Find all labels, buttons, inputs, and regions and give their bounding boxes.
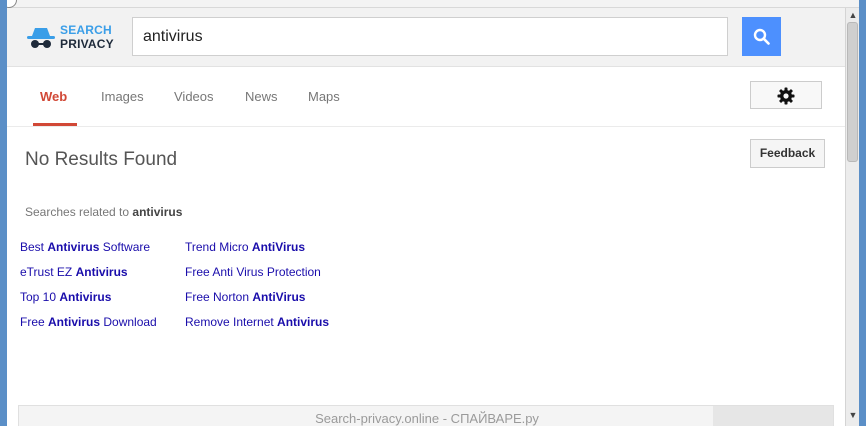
gear-icon — [777, 87, 795, 105]
related-link[interactable]: Top 10 Antivirus — [20, 290, 157, 315]
window-corner-icon — [7, 0, 17, 8]
feedback-button[interactable]: Feedback — [750, 139, 825, 168]
related-prefix: Searches related to — [25, 205, 130, 219]
tab-images[interactable]: Images — [101, 89, 144, 105]
related-link-text: Remove Internet — [185, 315, 278, 329]
arrow-down-icon[interactable]: ▼ — [846, 408, 859, 422]
related-link-bold: Antivirus — [59, 290, 112, 304]
related-link-bold: Antivirus — [277, 315, 330, 329]
related-link-text: Download — [100, 315, 157, 329]
search-button[interactable] — [742, 17, 781, 56]
related-link[interactable]: Remove Internet Antivirus — [185, 315, 329, 340]
related-link-text: Best — [20, 240, 48, 254]
tab-web[interactable]: Web — [40, 89, 67, 105]
related-link-bold: AntiVirus — [252, 290, 306, 304]
browser-window: SEARCH PRIVACY Web Images Videos News Ma… — [7, 0, 859, 426]
related-link-bold: Antivirus — [48, 315, 101, 329]
related-link-bold: Antivirus — [75, 265, 128, 279]
vertical-scrollbar[interactable]: ▲ ▼ — [845, 8, 859, 426]
related-links-right: Trend Micro AntiVirus Free Anti Virus Pr… — [185, 240, 329, 340]
magnifier-icon — [753, 28, 770, 45]
related-link-bold: Antivirus — [47, 240, 100, 254]
logo-line-2: PRIVACY — [60, 37, 114, 51]
related-link-text: Software — [99, 240, 151, 254]
related-links-left: Best Antivirus Software eTrust EZ Antivi… — [20, 240, 157, 340]
tab-videos[interactable]: Videos — [174, 89, 214, 105]
related-link-bold: AntiVirus — [251, 240, 306, 254]
tab-news[interactable]: News — [245, 89, 278, 105]
related-term: antivirus — [132, 205, 183, 219]
incognito-icon — [27, 28, 55, 48]
arrow-up-icon[interactable]: ▲ — [846, 8, 859, 22]
window-top-strip — [7, 0, 859, 8]
search-header: SEARCH PRIVACY — [7, 8, 845, 67]
tab-maps[interactable]: Maps — [308, 89, 340, 105]
settings-button[interactable] — [750, 81, 822, 109]
related-link-text: eTrust EZ — [20, 265, 76, 279]
related-link-text: Top 10 — [20, 290, 60, 304]
scrollbar-thumb[interactable] — [847, 22, 858, 162]
related-searches-heading: Searches related to antivirus — [25, 205, 182, 219]
related-link[interactable]: Best Antivirus Software — [20, 240, 157, 265]
related-link-text: Free — [20, 315, 49, 329]
related-link[interactable]: Free Anti Virus Protection — [185, 265, 329, 290]
active-tab-indicator — [33, 123, 77, 126]
related-link[interactable]: Free Antivirus Download — [20, 315, 157, 340]
search-input[interactable] — [132, 17, 728, 56]
related-link-text: Free Anti Virus Protection — [185, 265, 321, 279]
related-link-text: Free Norton — [185, 290, 253, 304]
related-link-text: Trend Micro — [185, 240, 252, 254]
watermark-text: Search-privacy.online - СПАЙВАРЕ.ру — [315, 411, 539, 426]
related-link[interactable]: Free Norton AntiVirus — [185, 290, 329, 315]
search-privacy-logo[interactable]: SEARCH PRIVACY — [27, 21, 117, 55]
tab-bar: Web Images Videos News Maps — [7, 67, 845, 127]
no-results-heading: No Results Found — [25, 149, 178, 170]
logo-line-1: SEARCH — [60, 23, 112, 37]
footer-bar: Search-privacy.online - СПАЙВАРЕ.ру — [18, 405, 834, 426]
related-link[interactable]: Trend Micro AntiVirus — [185, 240, 329, 265]
related-link[interactable]: eTrust EZ Antivirus — [20, 265, 157, 290]
